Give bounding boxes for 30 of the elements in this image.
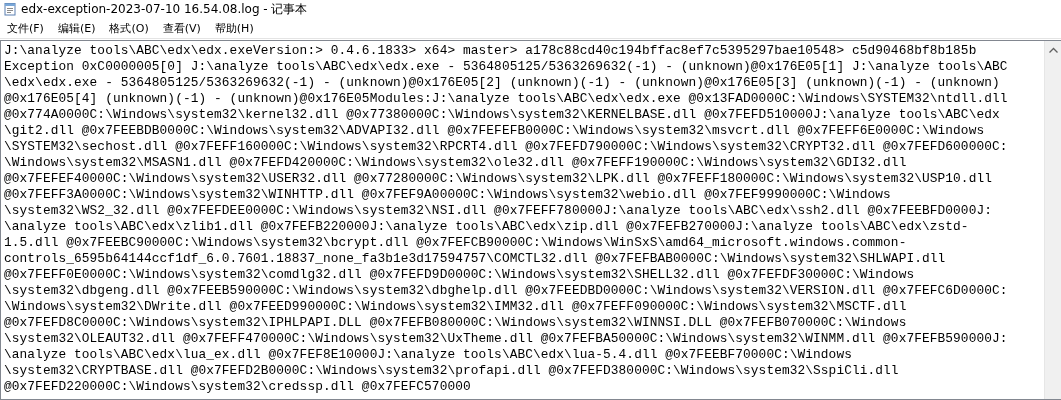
text-line: \system32\CRYPTBASE.dll @0x7FEFD2B0000C:\Windows\system32\profapi.dll @0x7FEFD380000C:\Windows\system32\SspiCli.dll [4,363,900,379]
text-line: @0x7FEFF0E0000C:\Windows\system32\comdlg32.dll @0x7FEFD9D0000C:\Windows\system32\SHELL32.dll @0x7FEFDF30000C:\Windows [4,267,916,283]
text-line: \Windows\system32\MSASN1.dll @0x7FEFD420000C:\Windows\system32\ole32.dll @0x7FEFF190000C:\Windows\system32\GDI32.dll [4,155,908,171]
scrollbar[interactable] [1044,41,1061,399]
text-line: \edx\edx.exe - 5364805125/5363269632(-1) - (unknown)@0x176E05[2] (unknown)(-1) - (unknown)@0x176E05[3] (unknown)(-1) - (unknown) [4,75,1001,91]
text-line: @0x7FEFF3A0000C:\Windows\system32\WINHTTP.dll @0x7FEF9A00000C:\Windows\system32\webio.dll @0x7FEF9990000C:\Windows [4,187,892,203]
text-line: \analyze tools\ABC\edx\zlib1.dll @0x7FEFB220000J:\analyze tools\ABC\edx\zip.dll @0x7FEFB270000J:\analyze tools\ABC\edx\zstd- [4,219,970,235]
text-line: controls_6595b64144ccf1df_6.0.7601.18837_none_fa3b1e3d17594757\COMCTL32.dll @0x7FEFBAB0000C:\Windows\system32\SHLWAPI.dll [4,251,947,267]
menu-item[interactable]: 文件(F) [0,19,51,37]
text-line: \Windows\system32\DWrite.dll @0x7FEED990000C:\Windows\system32\IMM32.dll @0x7FEFF090000C:\Windows\system32\MSCTF.dll [4,299,908,315]
text-line: @0x7FEFEF40000C:\Windows\system32\USER32.dll @0x77280000C:\Windows\system32\LPK.dll @0x7FEFF180000C:\Windows\system32\USP10.dll [4,171,993,187]
text-line: J:\analyze tools\ABC\edx\edx.exeVersion:> 0.4.6.1833> x64> master> a178c88cd40c194bffac8ef7c5395297bae10548> c5d90468bf8b185b [4,43,978,59]
text-line: \git2.dll @0x7FEEBDB0000C:\Windows\system32\ADVAPI32.dll @0x7FEFEFB0000C:\Windows\system32\msvcrt.dll @0x7FEFF6E0000C:\Windows [4,123,986,139]
text-line: @0x7FEFD8C0000C:\Windows\system32\IPHLPAPI.DLL @0x7FEFB080000C:\Windows\system32\WINNSI.DLL @0x7FEFB070000C:\Windows [4,315,908,331]
menu-item[interactable]: 查看(V) [155,19,208,37]
text-line: @0x774A0000C:\Windows\system32\kernel32.dll @0x77380000C:\Windows\system32\KERNELBASE.dll @0x7FEFD510000J:\analyze tools\ABC\edx [4,107,1001,123]
text-line: \analyze tools\ABC\edx\lua_ex.dll @0x7FEF8E10000J:\analyze tools\ABC\edx\lua-5.4.dll @0x7FEEBF70000C:\Windows [4,347,853,363]
text-line: Exception 0xC0000005[0] J:\analyze tools\ABC\edx\edx.exe - 5364805125/5363269632(-1) - (unknown)@0x176E05[1] J:\analyze tools\ABC [4,59,1009,75]
menu-item[interactable]: 格式(O) [102,19,156,37]
scroll-up-icon[interactable] [1048,47,1058,53]
text-line: \system32\OLEAUT32.dll @0x7FEFF470000C:\Windows\system32\UxTheme.dll @0x7FEFBA50000C:\Windows\system32\WINMM.dll @0x7FEFB590000J: [4,331,1009,347]
text-line: 1.5.dll @0x7FEEBC90000C:\Windows\system32\bcrypt.dll @0x7FEFCB90000C:\Windows\WinSxS\amd64_microsoft.windows.common- [4,235,908,251]
text-line: \system32\WS2_32.dll @0x7FEFDEE0000C:\Windows\system32\NSI.dll @0x7FEFF780000J:\analyze tools\ABC\edx\ssh2.dll @0x7FEEBFD0000J: [4,203,993,219]
menu-item[interactable]: 编辑(E) [50,19,103,37]
text-line: @0x176E05[4] (unknown)(-1) - (unknown)@0x176E05Modules:J:\analyze tools\ABC\edx\edx.exe @0x13FAD0000C:\Windows\SYSTEM32\ntdll.dll [4,91,1009,107]
window-title: edx-exception-2023-07-10 16.54.08.log - 记事本 [21,0,308,18]
text-line: \system32\dbgeng.dll @0x7FEEB590000C:\Windows\system32\dbghelp.dll @0x7FEEDBD0000C:\Windows\system32\VERSION.dll @0x7FEFC6D0000C: [4,283,1009,299]
text-line: @0x7FEFD220000C:\Windows\system32\credssp.dll @0x7FEFC570000 [4,379,472,395]
text-line: \SYSTEM32\sechost.dll @0x7FEFF160000C:\Windows\system32\RPCRT4.dll @0x7FEFD790000C:\Windows\system32\CRYPT32.dll @0x7FEFD600000C: [4,139,1009,155]
menu-item[interactable]: 帮助(H) [207,19,261,37]
